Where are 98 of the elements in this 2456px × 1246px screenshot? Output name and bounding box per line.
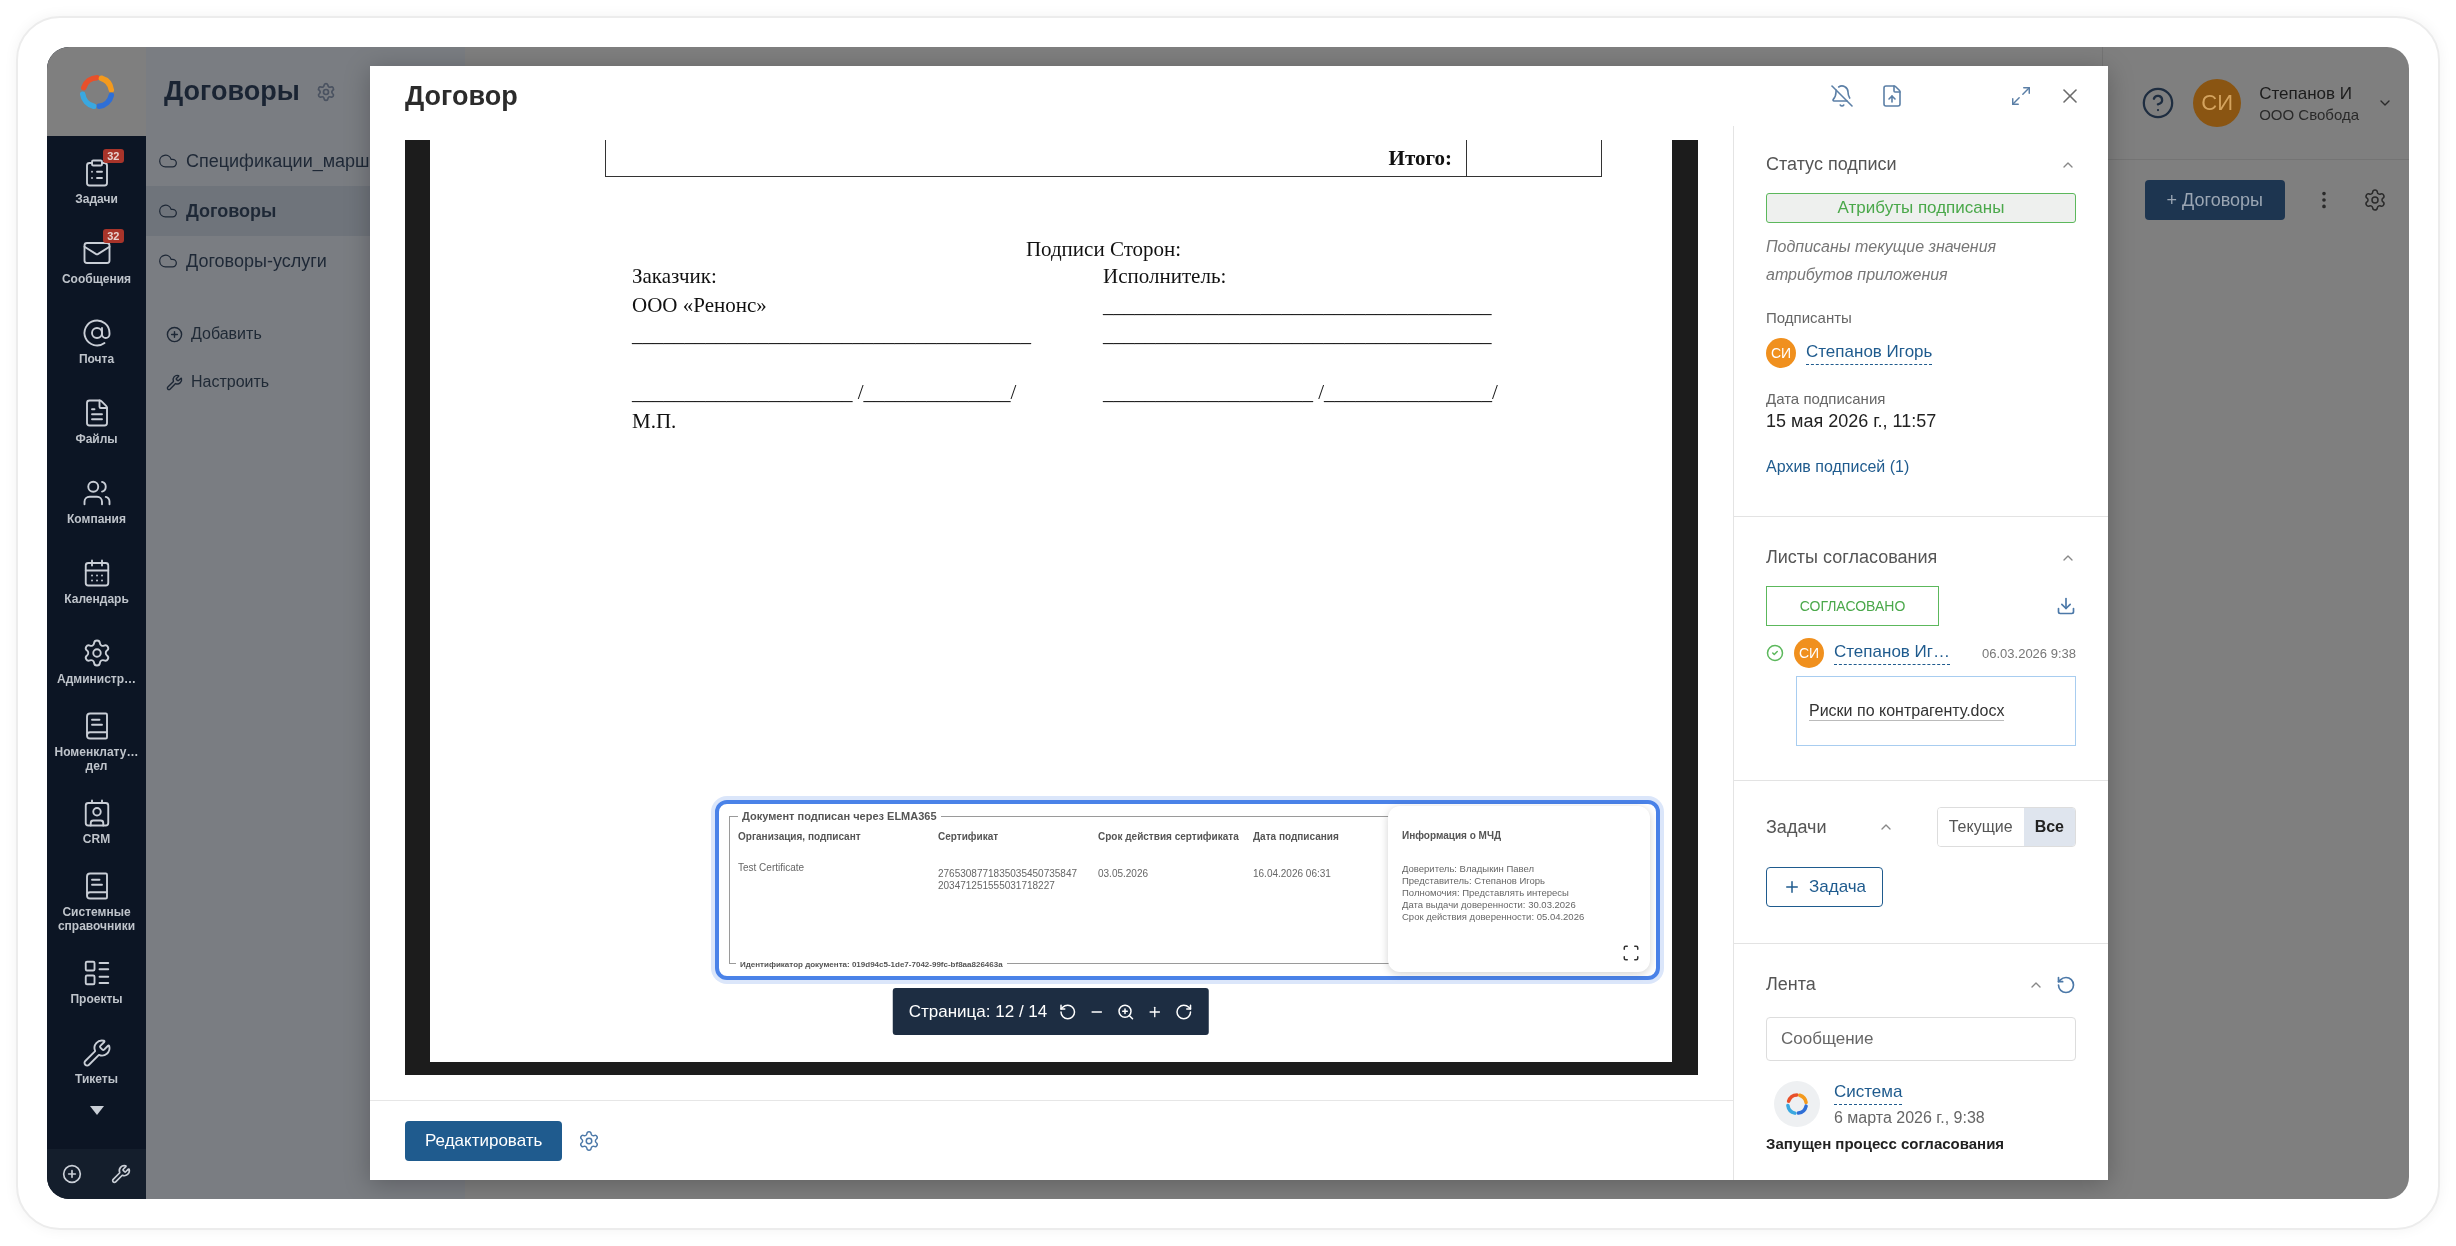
people-icon bbox=[81, 478, 112, 508]
stamp-place-label: М.П. bbox=[632, 408, 677, 435]
nav-item[interactable]: Почта bbox=[47, 302, 146, 382]
file-link[interactable]: Риски по контрагенту.docx bbox=[1809, 701, 2005, 721]
poa-line: Дата выдачи доверенности: 30.03.2026 bbox=[1402, 899, 1577, 911]
total-label: Итого: bbox=[1388, 145, 1453, 171]
muted-bell-icon[interactable] bbox=[1830, 84, 1854, 108]
count-badge: 32 bbox=[103, 149, 124, 163]
nav-item[interactable]: Проекты bbox=[47, 942, 146, 1022]
field-label: Подписанты bbox=[1766, 309, 1853, 326]
refresh-icon[interactable] bbox=[2056, 974, 2076, 995]
nav-item[interactable]: Календарь bbox=[47, 542, 146, 622]
logo bbox=[1783, 1090, 1811, 1118]
nav-item[interactable]: 32 Задачи bbox=[47, 142, 146, 222]
create-button[interactable]: + Договоры bbox=[2144, 180, 2285, 220]
field-label: Дата подписания bbox=[1766, 390, 1887, 407]
nav-item[interactable]: Файлы bbox=[47, 382, 146, 462]
person-link[interactable]: Степанов Игорь bbox=[1806, 341, 1933, 365]
approval-date: 06.03.2026 9:38 bbox=[1982, 645, 2076, 661]
document-id: Идентификатор документа: 019d94c5-1de7-7042-99fc-bf8aa826463a bbox=[736, 960, 1007, 969]
section-heading: Лента bbox=[1766, 974, 1816, 995]
status-note: Подписаны текущие значения атрибутов приложения bbox=[1766, 237, 1998, 285]
poa-line: Срок действия доверенности: 05.04.2026 bbox=[1402, 911, 1586, 923]
poa-title: Информация о МЧД bbox=[1402, 830, 1503, 841]
poa-line: Полномочия: Представлять интересы bbox=[1402, 887, 1570, 899]
nav-item[interactable]: Системные справочники bbox=[47, 862, 146, 942]
wrench-icon bbox=[81, 1038, 112, 1068]
nav-item[interactable]: CRM bbox=[47, 782, 146, 862]
validity-value: 03.05.2026 bbox=[1098, 868, 1150, 880]
column-header: Срок действия сертификата bbox=[1098, 832, 1240, 842]
signing-date-value: 16.04.2026 06:31 bbox=[1253, 868, 1332, 880]
zoom-icon[interactable] bbox=[1117, 1002, 1136, 1021]
user-avatar: СИ bbox=[1766, 338, 1796, 368]
section-heading: Задачи bbox=[1766, 816, 1827, 838]
rotate-right-icon[interactable] bbox=[1175, 1002, 1194, 1021]
signature-line: _____________________ /______________/ bbox=[632, 379, 1017, 406]
rotate-left-icon[interactable] bbox=[1059, 1002, 1078, 1021]
signer-value: Test Certificate bbox=[738, 862, 806, 874]
wrench-icon[interactable] bbox=[111, 1164, 132, 1184]
configure-link[interactable]: Настроить bbox=[146, 358, 465, 406]
add-task-button[interactable]: Задача bbox=[1766, 867, 1884, 907]
signature-line: _____________________________________ bbox=[1103, 321, 1492, 348]
section-heading: Листы согласования bbox=[1766, 547, 1938, 568]
add-link[interactable]: Добавить bbox=[146, 310, 465, 358]
user-avatar: СИ bbox=[1794, 638, 1824, 668]
expand-icon[interactable] bbox=[2010, 85, 2032, 107]
customer-name: ООО «Ренонс» bbox=[632, 292, 767, 319]
nav-item[interactable]: Тикеты bbox=[47, 1022, 146, 1102]
author-link[interactable]: Система bbox=[1834, 1081, 1903, 1105]
section-title: Договоры bbox=[164, 76, 300, 107]
scan-icon[interactable] bbox=[1622, 944, 1640, 962]
nav-item[interactable]: Компания bbox=[47, 462, 146, 542]
certificate-value: 2765308771835035450735847 bbox=[938, 868, 1079, 880]
archive-link[interactable]: Архив подписей (1) bbox=[1766, 458, 1910, 476]
add-icon bbox=[166, 325, 183, 343]
stamp-legend: Документ подписан через ELMA365 bbox=[738, 810, 941, 822]
dialog-title: Договор bbox=[405, 80, 518, 112]
settings-icon[interactable] bbox=[2363, 188, 2387, 212]
certificate-value: 203471251555031718227 bbox=[938, 880, 1056, 892]
signature-line: ______________________________________ bbox=[632, 321, 1031, 348]
poa-line: Доверитель: Владыкин Павел bbox=[1402, 863, 1536, 875]
filter-tab[interactable]: Все bbox=[2023, 808, 2075, 846]
column-header: Дата подписания bbox=[1253, 832, 1340, 842]
contractor-label: Исполнитель: bbox=[1103, 263, 1227, 290]
signatures-heading: Подписи Сторон: bbox=[1025, 237, 1182, 262]
approval-status: СОГЛАСОВАНО bbox=[1766, 586, 1939, 626]
nav-item[interactable]: 32 Сообщения bbox=[47, 222, 146, 302]
column-header: Сертификат bbox=[938, 832, 1000, 842]
section-heading: Статус подписи bbox=[1766, 154, 1897, 175]
nav-item[interactable]: Администр… bbox=[47, 622, 146, 702]
wrench-icon bbox=[166, 373, 183, 391]
status-badge: Атрибуты подписаны bbox=[1766, 193, 2076, 223]
column-header: Организация, подписант bbox=[738, 832, 862, 842]
page-counter: Страница: 12 / 14 bbox=[908, 1001, 1048, 1022]
section-item[interactable]: Спецификации_марш bbox=[146, 136, 465, 186]
count-badge: 32 bbox=[103, 229, 124, 243]
nav-item[interactable]: Номенклату… дел bbox=[47, 702, 146, 782]
poa-line: Представитель: Степанов Игорь bbox=[1402, 875, 1546, 887]
field-value: 15 мая 2026 г., 11:57 bbox=[1766, 411, 1938, 432]
message-field[interactable]: Сообщение bbox=[1766, 1017, 2076, 1061]
user-organization: ООО Свобода bbox=[2259, 105, 2359, 123]
download-icon[interactable] bbox=[2056, 596, 2076, 616]
section-item[interactable]: Договоры-услуги bbox=[146, 236, 465, 286]
caret-icon[interactable] bbox=[89, 1106, 104, 1115]
file-export-icon[interactable] bbox=[1880, 84, 1904, 108]
person-link[interactable]: Степанов Иг… bbox=[1834, 641, 1950, 665]
add-icon[interactable] bbox=[61, 1164, 82, 1184]
signature-line: ____________________ /________________/ bbox=[1103, 379, 1498, 406]
entry-date: 6 марта 2026 г., 9:38 bbox=[1834, 1108, 1985, 1127]
user-name: Степанов И bbox=[2259, 83, 2353, 104]
customer-label: Заказчик: bbox=[632, 263, 717, 290]
help-icon[interactable] bbox=[2141, 86, 2176, 120]
signature-line: _____________________________________ bbox=[1103, 292, 1492, 319]
plus-icon bbox=[1783, 878, 1801, 896]
edit-button[interactable]: Редактировать bbox=[405, 1120, 563, 1161]
settings-icon[interactable] bbox=[578, 1129, 601, 1152]
at-sign-icon bbox=[81, 318, 112, 348]
entry-text: Запущен процесс согласования bbox=[1766, 1135, 2006, 1152]
